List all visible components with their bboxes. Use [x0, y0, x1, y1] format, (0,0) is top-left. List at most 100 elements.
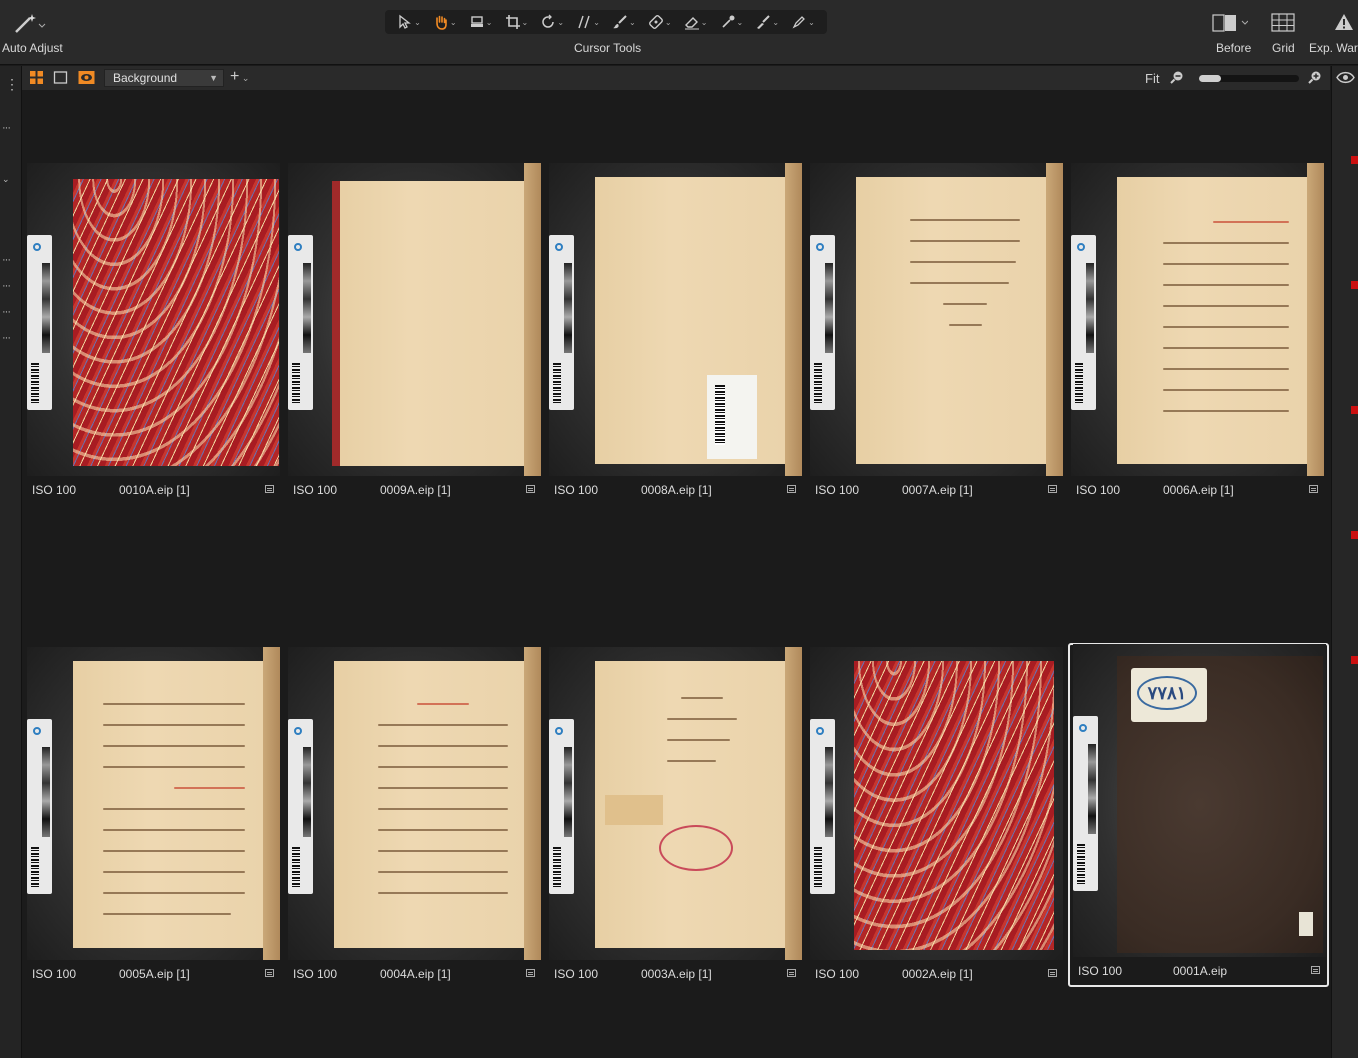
- zoom-out-icon[interactable]: [1170, 70, 1184, 89]
- chevron-down-icon[interactable]: ⌄: [2, 174, 9, 185]
- thumbnail-caption: ISO 100 0008A.eip [1]: [549, 482, 802, 500]
- eraser-tool[interactable]: ⌄: [684, 12, 707, 32]
- more-horizontal-icon[interactable]: ···: [2, 280, 11, 292]
- before-label: Before: [1216, 41, 1252, 55]
- iso-value: ISO 100: [815, 967, 860, 981]
- pointer-tool[interactable]: ⌄: [397, 12, 421, 32]
- chevron-down-icon: ⌄: [808, 17, 815, 27]
- page-edge: [785, 647, 802, 960]
- info-icon[interactable]: [787, 485, 796, 493]
- info-icon[interactable]: [526, 969, 535, 977]
- color-checker-card: [549, 235, 574, 410]
- marbled-cover-image: [854, 661, 1054, 950]
- thumbnail-tile[interactable]: ISO 100 0002A.eip [1]: [805, 646, 1066, 990]
- chevron-down-icon: ⌄: [485, 17, 493, 27]
- more-horizontal-icon[interactable]: ···: [2, 332, 11, 344]
- info-icon[interactable]: [526, 485, 535, 493]
- straighten-tool[interactable]: ⌄: [576, 12, 600, 32]
- brush-tool[interactable]: ⌄: [612, 12, 636, 32]
- cursor-tools-label: Cursor Tools: [574, 41, 642, 55]
- thumbnail-tile[interactable]: ISO 100 0006A.eip [1]: [1066, 162, 1327, 506]
- file-name: 0008A.eip [1]: [641, 483, 712, 497]
- thumbnail-tile[interactable]: ISO 100 0008A.eip [1]: [544, 162, 805, 506]
- thumbnail-tile[interactable]: ISO 100 0004A.eip [1]: [283, 646, 544, 990]
- heal-tool[interactable]: ⌄: [755, 12, 779, 32]
- thumbnail-image: [288, 163, 541, 476]
- crop-tool[interactable]: ⌄: [505, 12, 528, 32]
- zoom-slider-fill: [1199, 75, 1221, 82]
- thumbnail-tile[interactable]: ISO 100 0010A.eip [1]: [22, 162, 283, 506]
- page-edge: [1046, 163, 1063, 476]
- pen-tool[interactable]: ⌄: [791, 12, 815, 32]
- zoom-in-icon[interactable]: [1308, 70, 1322, 89]
- brush-icon: [755, 14, 771, 30]
- picker-icon: [720, 14, 736, 30]
- eye-icon[interactable]: [78, 70, 95, 90]
- thumbnail-image: [810, 647, 1063, 960]
- grid-view-icon[interactable]: [29, 70, 44, 90]
- eye-icon[interactable]: [1336, 71, 1355, 89]
- layer-select[interactable]: Background ▼: [104, 69, 224, 87]
- thumbnail-tile[interactable]: ISO 100 0005A.eip [1]: [22, 646, 283, 990]
- single-view-icon[interactable]: [53, 70, 68, 90]
- hand-icon: [433, 14, 449, 30]
- file-name: 0009A.eip [1]: [380, 483, 451, 497]
- info-icon[interactable]: [1048, 969, 1057, 977]
- thumbnail-tile[interactable]: ISO 100 0003A.eip [1]: [544, 646, 805, 990]
- thumbnail-tile[interactable]: ISO 100 0007A.eip [1]: [805, 162, 1066, 506]
- stamp-tool[interactable]: ⌄: [469, 12, 493, 32]
- page-edge: [785, 163, 802, 476]
- rotate-icon: [540, 14, 556, 30]
- thumbnail-tile-selected[interactable]: ٧٧٨١ ISO 100 0001A.eip: [1068, 643, 1329, 987]
- thumbnail-caption: ISO 100 0009A.eip [1]: [288, 482, 541, 500]
- page-edge: [1307, 163, 1324, 476]
- more-horizontal-icon[interactable]: ···: [2, 122, 11, 134]
- blank-page-image: [334, 181, 524, 466]
- catalog-number: ٧٧٨١: [1137, 676, 1197, 710]
- zoom-slider[interactable]: [1199, 75, 1299, 82]
- exposure-marker: [1351, 156, 1358, 164]
- file-name: 0003A.eip [1]: [641, 967, 712, 981]
- arabic-text-block: [1163, 221, 1289, 431]
- iso-value: ISO 100: [554, 483, 599, 497]
- color-checker-card: [27, 719, 52, 894]
- zoom-fit-button[interactable]: Fit: [1145, 71, 1159, 86]
- mask-tool[interactable]: ⌄: [648, 12, 672, 32]
- info-icon[interactable]: [787, 969, 796, 977]
- mask-icon: [648, 14, 664, 30]
- iso-value: ISO 100: [1076, 483, 1121, 497]
- exposure-warning-button[interactable]: Exp. Warn: [1306, 0, 1358, 64]
- file-name: 0002A.eip [1]: [902, 967, 973, 981]
- auto-adjust-button[interactable]: Auto Adjust: [0, 0, 70, 64]
- layer-select-value: Background: [113, 71, 178, 85]
- thumbnail-caption: ISO 100 0007A.eip [1]: [810, 482, 1063, 500]
- before-button[interactable]: Before: [1210, 0, 1258, 64]
- info-icon[interactable]: [1311, 966, 1320, 974]
- info-icon[interactable]: [265, 969, 274, 977]
- catalog-label: ٧٧٨١: [1131, 668, 1207, 722]
- grid-button[interactable]: Grid: [1266, 0, 1302, 64]
- thumbnail-tile[interactable]: ISO 100 0009A.eip [1]: [283, 162, 544, 506]
- chevron-down-icon: ⌄: [449, 17, 457, 27]
- chevron-down-icon: ⌄: [414, 17, 421, 27]
- add-layer-button[interactable]: + ⌄: [230, 68, 249, 86]
- thumbnail-image: [1071, 163, 1324, 476]
- more-horizontal-icon[interactable]: ···: [2, 254, 11, 266]
- picker-tool[interactable]: ⌄: [720, 12, 743, 32]
- more-horizontal-icon[interactable]: ···: [2, 306, 11, 318]
- arabic-text-block: [667, 697, 737, 781]
- chevron-down-icon: ⌄: [664, 17, 672, 27]
- hand-tool[interactable]: ⌄: [433, 12, 457, 32]
- chevron-down-icon: ⌄: [239, 73, 250, 83]
- thumbnail-image: ٧٧٨١: [1073, 644, 1326, 957]
- file-name: 0005A.eip [1]: [119, 967, 190, 981]
- more-vertical-icon[interactable]: ⋮: [5, 77, 19, 91]
- thumbnail-caption: ISO 100 0005A.eip [1]: [27, 966, 280, 984]
- info-icon[interactable]: [265, 485, 274, 493]
- marbled-edge-image: [332, 181, 340, 466]
- rotate-tool[interactable]: ⌄: [540, 12, 564, 32]
- info-icon[interactable]: [1048, 485, 1057, 493]
- thumbnail-caption: ISO 100 0004A.eip [1]: [288, 966, 541, 984]
- viewer-toolbar: Background ▼ + ⌄ Fit: [22, 66, 1330, 90]
- info-icon[interactable]: [1309, 485, 1318, 493]
